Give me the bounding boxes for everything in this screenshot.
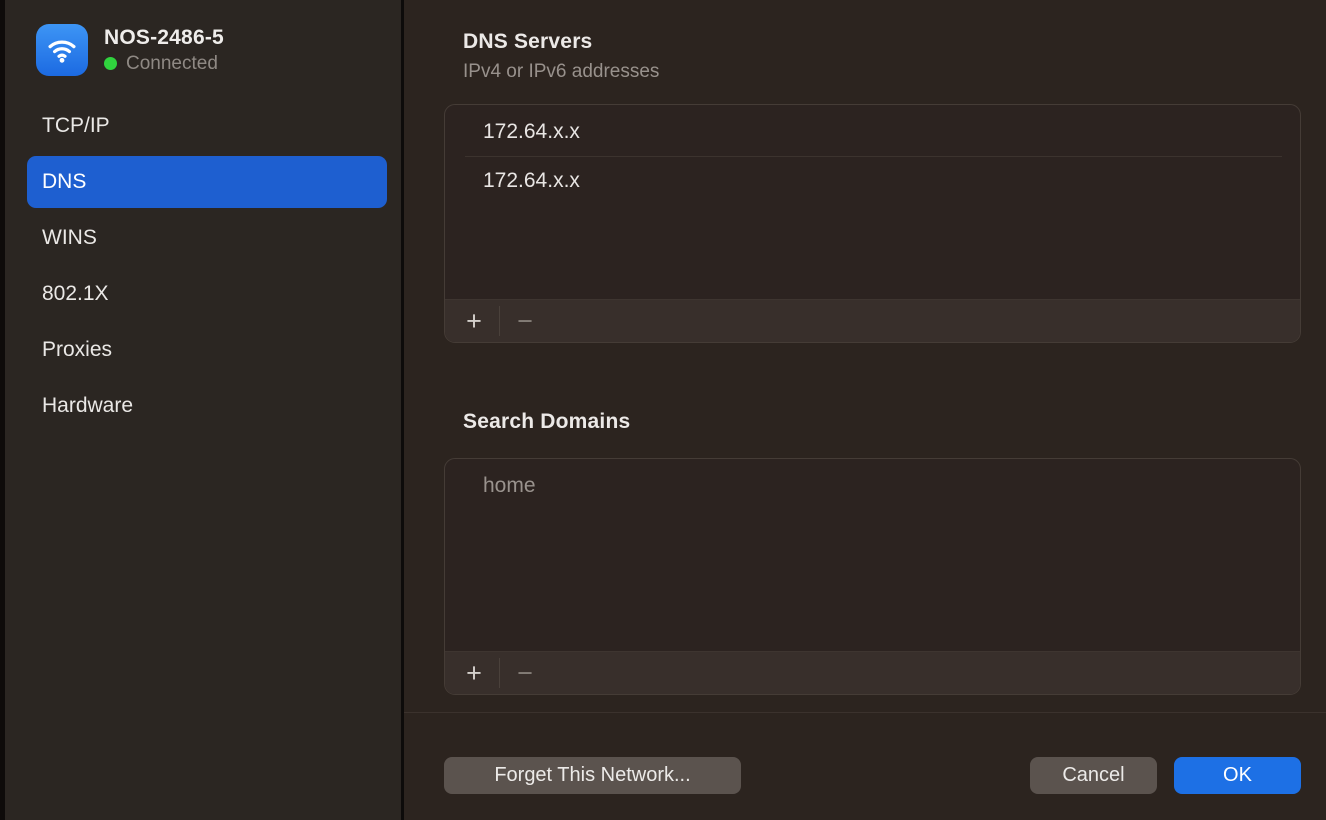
add-search-domain-button[interactable]: + — [457, 656, 491, 690]
dns-panel: DNS Servers IPv4 or IPv6 addresses 172.6… — [404, 0, 1326, 820]
network-header: NOS-2486-5 Connected — [5, 0, 401, 76]
search-domain-entry[interactable]: home — [445, 462, 1300, 510]
sidebar-item-wins[interactable]: WINS — [27, 212, 387, 264]
footer-divider — [404, 712, 1326, 713]
sidebar-item-proxies[interactable]: Proxies — [27, 324, 387, 376]
ok-button[interactable]: OK — [1174, 757, 1301, 794]
search-domains-title: Search Domains — [463, 410, 630, 434]
network-settings-window: NOS-2486-5 Connected TCP/IP DNS WINS 802… — [0, 0, 1326, 820]
footer-bar: Forget This Network... Cancel OK — [404, 757, 1326, 795]
sidebar-item-8021x[interactable]: 802.1X — [27, 268, 387, 320]
remove-dns-server-button[interactable]: − — [508, 304, 542, 338]
dns-server-entry[interactable]: 172.64.x.x — [445, 108, 1300, 156]
cancel-button[interactable]: Cancel — [1030, 757, 1157, 794]
remove-search-domain-button[interactable]: − — [508, 656, 542, 690]
dns-servers-rows: 172.64.x.x 172.64.x.x — [445, 105, 1300, 205]
search-domains-toolbar: + − — [445, 651, 1300, 694]
dns-server-entry[interactable]: 172.64.x.x — [445, 157, 1300, 205]
search-domains-rows: home — [445, 459, 1300, 510]
sidebar-item-tcpip[interactable]: TCP/IP — [27, 100, 387, 152]
connected-dot-icon — [104, 57, 117, 70]
wifi-icon — [36, 24, 88, 76]
forget-network-button[interactable]: Forget This Network... — [444, 757, 741, 794]
sidebar: NOS-2486-5 Connected TCP/IP DNS WINS 802… — [5, 0, 401, 820]
sidebar-nav: TCP/IP DNS WINS 802.1X Proxies Hardware — [27, 100, 387, 436]
toolbar-separator — [499, 306, 500, 336]
status-text: Connected — [126, 53, 218, 75]
dns-servers-title: DNS Servers — [463, 30, 592, 54]
dns-servers-toolbar: + − — [445, 299, 1300, 342]
sidebar-item-dns[interactable]: DNS — [27, 156, 387, 208]
add-dns-server-button[interactable]: + — [457, 304, 491, 338]
network-status: Connected — [104, 53, 224, 75]
sidebar-item-hardware[interactable]: Hardware — [27, 380, 387, 432]
network-meta: NOS-2486-5 Connected — [104, 26, 224, 75]
network-name: NOS-2486-5 — [104, 26, 224, 50]
search-domains-list: home + − — [444, 458, 1301, 695]
dns-servers-list: 172.64.x.x 172.64.x.x + − — [444, 104, 1301, 343]
dns-servers-subtitle: IPv4 or IPv6 addresses — [463, 61, 659, 83]
toolbar-separator — [499, 658, 500, 688]
